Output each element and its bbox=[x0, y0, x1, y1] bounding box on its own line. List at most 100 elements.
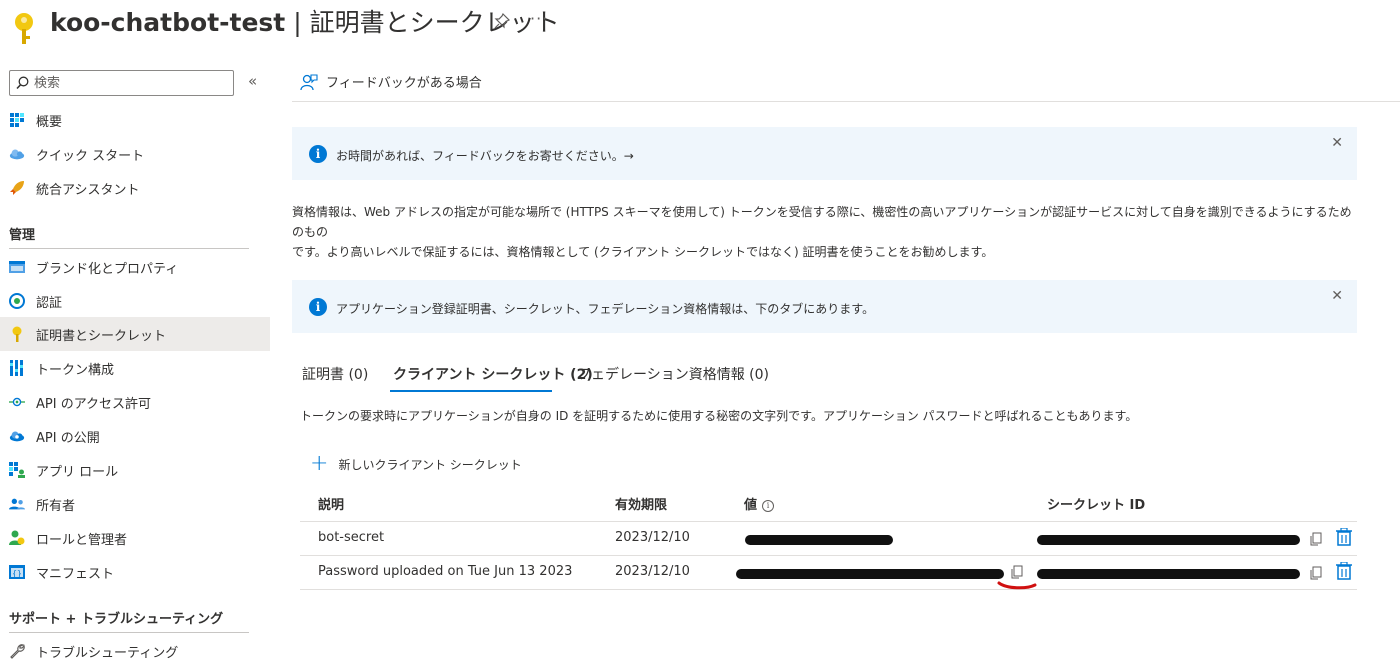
search-box[interactable] bbox=[9, 70, 234, 96]
annotation-underline bbox=[997, 581, 1037, 590]
sidebar-item-owners[interactable]: 所有者 bbox=[0, 487, 270, 521]
expose-api-icon bbox=[9, 428, 25, 444]
feedback-person-icon bbox=[300, 73, 318, 90]
new-client-secret-button[interactable]: + 新しいクライアント シークレット bbox=[310, 451, 522, 476]
sidebar-item-quickstart[interactable]: クイック スタート bbox=[0, 137, 270, 171]
sidebar-item-label: 認証 bbox=[36, 295, 63, 311]
command-bar: フィードバックがある場合 bbox=[292, 62, 1400, 102]
table-divider bbox=[300, 555, 1357, 556]
key-icon bbox=[9, 326, 25, 342]
close-icon[interactable]: ✕ bbox=[1331, 288, 1343, 304]
info-icon: i bbox=[309, 298, 327, 316]
feedback-info-banner: i お時間があれば、フィードバックをお寄せください。→ ✕ bbox=[292, 127, 1357, 180]
table-divider bbox=[300, 521, 1357, 522]
sidebar-item-overview[interactable]: 概要 bbox=[0, 103, 270, 137]
feedback-banner-text[interactable]: お時間があれば、フィードバックをお寄せください。→ bbox=[336, 147, 634, 164]
overview-icon bbox=[9, 112, 25, 128]
copy-icon[interactable] bbox=[1309, 532, 1323, 546]
active-tab-indicator bbox=[390, 390, 552, 392]
info-icon: i bbox=[309, 145, 327, 163]
sidebar-item-certificates-secrets[interactable]: 証明書とシークレット bbox=[0, 317, 270, 351]
sidebar-item-app-roles[interactable]: アプリ ロール bbox=[0, 453, 270, 487]
new-client-secret-label: 新しいクライアント シークレット bbox=[338, 457, 522, 472]
sidebar-item-manifest[interactable]: {} マニフェスト bbox=[0, 555, 270, 589]
search-icon bbox=[16, 76, 29, 90]
section-title-manage: 管理 bbox=[9, 228, 36, 243]
section-title-support: サポート + トラブルシューティング bbox=[9, 612, 224, 627]
rocket-icon bbox=[9, 180, 25, 196]
main-content: フィードバックがある場合 i お時間があれば、フィードバックをお寄せください。→… bbox=[292, 62, 1400, 671]
row-1-expires: 2023/12/10 bbox=[615, 530, 690, 545]
sidebar-item-label: 統合アシスタント bbox=[36, 182, 140, 198]
table-divider bbox=[300, 589, 1357, 590]
sidebar-item-label: 所有者 bbox=[36, 498, 76, 514]
sidebar-item-label: マニフェスト bbox=[36, 566, 115, 582]
copy-icon[interactable] bbox=[1309, 566, 1323, 580]
owners-icon bbox=[9, 496, 25, 512]
sidebar-item-label: 証明書とシークレット bbox=[36, 328, 167, 344]
section-divider bbox=[9, 632, 249, 633]
row-2-description: Password uploaded on Tue Jun 13 2023 bbox=[318, 564, 573, 579]
sidebar-item-api-permissions[interactable]: API のアクセス許可 bbox=[0, 385, 270, 419]
tab-federated-credentials[interactable]: フェデレーション資格情報 (0) bbox=[577, 358, 769, 390]
sidebar-item-label: ブランド化とプロパティ bbox=[36, 261, 179, 277]
sidebar-item-troubleshooting[interactable]: トラブルシューティング bbox=[0, 634, 270, 668]
sidebar-item-expose-api[interactable]: API の公開 bbox=[0, 419, 270, 453]
delete-icon[interactable] bbox=[1336, 562, 1352, 580]
quickstart-cloud-icon bbox=[9, 146, 25, 162]
search-input[interactable] bbox=[34, 74, 229, 92]
title-separator: | bbox=[285, 8, 310, 37]
app-name: koo-chatbot-test bbox=[50, 8, 286, 37]
more-options-icon[interactable]: ··· bbox=[530, 9, 548, 28]
redacted-value bbox=[736, 569, 1004, 579]
api-permissions-icon bbox=[9, 394, 25, 410]
page-name: 証明書とシークレット bbox=[309, 8, 560, 37]
tab-certificates[interactable]: 証明書 (0) bbox=[302, 358, 368, 390]
sidebar-item-label: 概要 bbox=[36, 114, 63, 130]
plus-icon: + bbox=[310, 451, 329, 476]
feedback-button[interactable]: フィードバックがある場合 bbox=[300, 72, 482, 91]
description-line-2: です。より高いレベルで保証するには、資格情報として (クライアント シークレット… bbox=[292, 245, 994, 259]
wrench-icon bbox=[9, 643, 25, 659]
column-header-description: 説明 bbox=[318, 498, 345, 513]
client-secret-description: トークンの要求時にアプリケーションが自身の ID を証明するために使用する秘密の… bbox=[300, 409, 1138, 423]
sidebar-item-label: クイック スタート bbox=[36, 148, 145, 164]
svg-text:{}: {} bbox=[12, 569, 22, 578]
sidebar: « 概要 クイック スタート 統合アシスタント 管理 ブランド化とプロパティ 認… bbox=[0, 62, 270, 671]
sidebar-item-branding[interactable]: ブランド化とプロパティ bbox=[0, 250, 270, 284]
sidebar-item-authentication[interactable]: 認証 bbox=[0, 284, 270, 318]
description-line-1: 資格情報は、Web アドレスの指定が可能な場所で (HTTPS スキーマを使用し… bbox=[292, 205, 1352, 239]
tabs-banner-text: アプリケーション登録証明書、シークレット、フェデレーション資格情報は、下のタブに… bbox=[336, 302, 875, 316]
copy-icon[interactable] bbox=[1010, 565, 1024, 579]
column-header-expires: 有効期限 bbox=[615, 498, 668, 513]
sidebar-item-roles-admins[interactable]: ロールと管理者 bbox=[0, 521, 270, 555]
redacted-secret-id bbox=[1037, 569, 1300, 579]
sidebar-item-integration-assistant[interactable]: 統合アシスタント bbox=[0, 171, 270, 205]
manifest-icon: {} bbox=[9, 564, 25, 580]
sidebar-item-label: API の公開 bbox=[36, 430, 100, 446]
delete-icon[interactable] bbox=[1336, 528, 1352, 546]
token-config-icon bbox=[9, 360, 25, 376]
section-divider bbox=[9, 248, 249, 249]
redacted-value bbox=[745, 535, 893, 545]
collapse-sidebar-icon[interactable]: « bbox=[248, 72, 257, 90]
branding-icon bbox=[9, 259, 25, 275]
info-icon[interactable]: i bbox=[762, 499, 775, 512]
authentication-icon bbox=[9, 293, 25, 309]
sidebar-item-label: トークン構成 bbox=[36, 362, 115, 378]
sidebar-item-label: API のアクセス許可 bbox=[36, 396, 152, 412]
app-roles-icon bbox=[9, 462, 25, 478]
close-icon[interactable]: ✕ bbox=[1331, 135, 1343, 151]
pin-icon[interactable] bbox=[494, 13, 510, 29]
tabs-info-banner: i アプリケーション登録証明書、シークレット、フェデレーション資格情報は、下のタ… bbox=[292, 280, 1357, 333]
sidebar-item-token-config[interactable]: トークン構成 bbox=[0, 351, 270, 385]
feedback-label: フィードバックがある場合 bbox=[326, 76, 482, 91]
row-1-description: bot-secret bbox=[318, 530, 385, 545]
column-header-secret-id: シークレット ID bbox=[1047, 498, 1146, 513]
page-header: koo-chatbot-test | 証明書とシークレット ··· bbox=[0, 0, 1400, 60]
page-title: koo-chatbot-test | 証明書とシークレット bbox=[50, 3, 560, 39]
roles-admins-icon bbox=[9, 530, 25, 546]
key-logo-icon bbox=[15, 13, 33, 44]
sidebar-item-label: アプリ ロール bbox=[36, 464, 119, 480]
tab-client-secrets[interactable]: クライアント シークレット (2) bbox=[393, 358, 593, 390]
